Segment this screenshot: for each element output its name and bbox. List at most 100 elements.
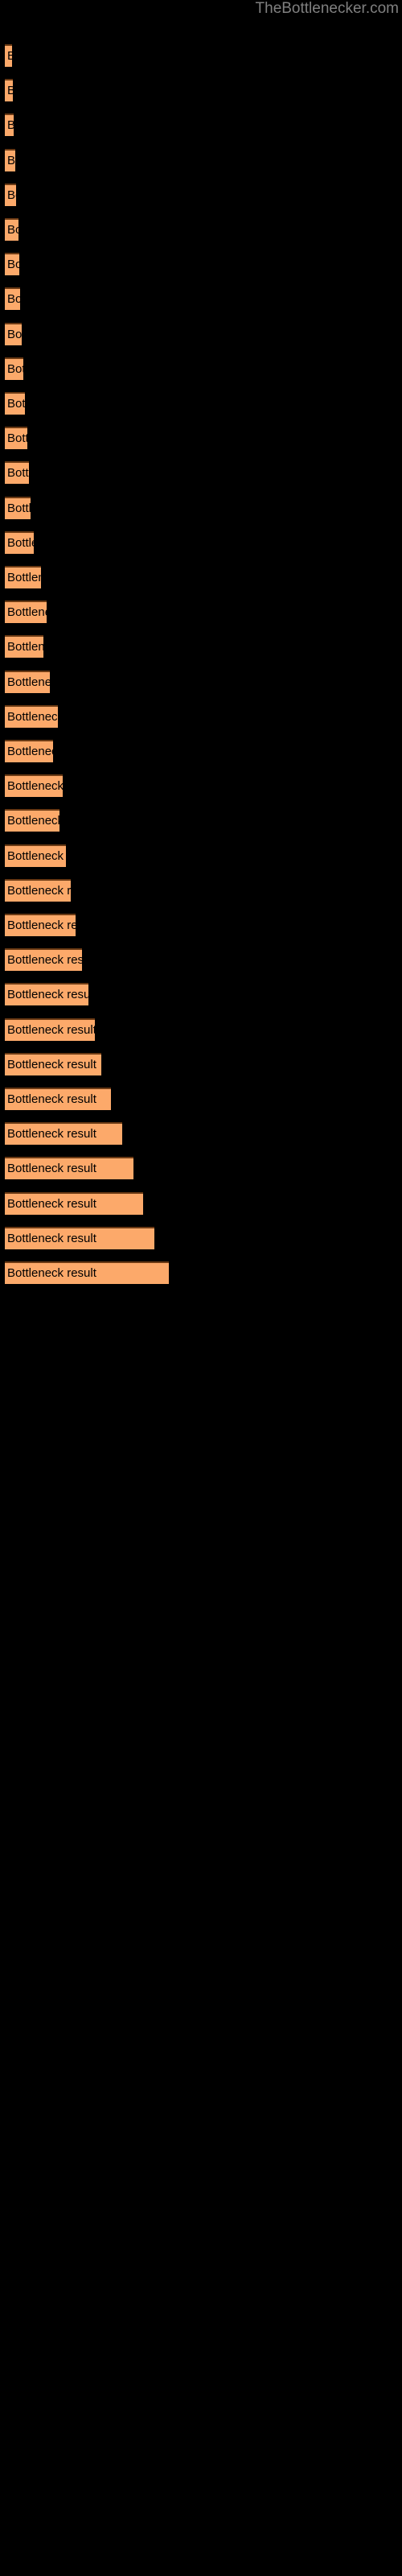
bar-row: Bottleneck result — [0, 704, 402, 728]
bar: Bottleneck result — [5, 1088, 111, 1110]
bar: Bottleneck result — [5, 496, 31, 519]
bar: Bottleneck result — [5, 1052, 101, 1075]
bar-row: Bottleneck result — [0, 496, 402, 519]
bar-label: Bottleneck result — [7, 431, 27, 446]
bar-row: Bottleneck result — [0, 357, 402, 380]
bar-row: Bottleneck result — [0, 844, 402, 867]
bar-label: Bottleneck result — [7, 605, 47, 620]
bar-row: Bottleneck result — [0, 1191, 402, 1215]
bar-label: Bottleneck result — [7, 779, 63, 794]
bar-row: Bottleneck result — [0, 601, 402, 624]
bar: Bottleneck result — [5, 740, 53, 762]
bar-row: Bottleneck result — [0, 740, 402, 762]
bar-label: Bottleneck result — [7, 640, 43, 654]
bar: Bottleneck result — [5, 774, 63, 798]
bar-label: Bottleneck result — [7, 988, 88, 1002]
bar-row: Bottleneck result — [0, 948, 402, 972]
bar: Bottleneck result — [5, 530, 34, 554]
bar-row: Bottleneck result — [0, 1018, 402, 1041]
bar-row: Bottleneck result — [0, 44, 402, 67]
bar-label: Bottleneck result — [7, 188, 16, 202]
bar-row: Bottleneck result — [0, 1052, 402, 1075]
bar-label: Bottleneck result — [7, 119, 14, 132]
bar: Bottleneck result — [5, 809, 59, 832]
bar-label: Bottleneck result — [7, 1231, 96, 1245]
bar-label: Bottleneck result — [7, 1127, 96, 1141]
bar-row: Bottleneck result — [0, 809, 402, 832]
bar-label: Bottleneck result — [7, 153, 15, 167]
bar: Bottleneck result — [5, 566, 41, 588]
bar-label: Bottleneck result — [7, 397, 25, 411]
bar-label: Bottleneck result — [7, 1057, 96, 1071]
bar-row: Bottleneck result — [0, 183, 402, 206]
bar: Bottleneck result — [5, 148, 15, 171]
bar-series: Bottleneck result Bottleneck result Bottle… — [0, 0, 402, 2576]
bar: Bottleneck result — [5, 1122, 122, 1146]
bar-row: Bottleneck result — [0, 461, 402, 485]
bar-row: Bottleneck result — [0, 253, 402, 276]
bar-row: Bottleneck result — [0, 914, 402, 936]
bar: Bottleneck result — [5, 1018, 95, 1041]
bar-label: Bottleneck result — [7, 1196, 96, 1211]
bar-label: Bottleneck result — [7, 953, 82, 968]
bar-label: Bottleneck result — [7, 50, 12, 63]
bar-row: Bottleneck result — [0, 530, 402, 554]
bar-label: Bottleneck result — [7, 1162, 96, 1176]
bar: Bottleneck result — [5, 704, 58, 728]
bar-label: Bottleneck result — [7, 1266, 96, 1280]
bar-row: Bottleneck result — [0, 392, 402, 415]
bar-row: Bottleneck result — [0, 1122, 402, 1146]
bar: Bottleneck result — [5, 1226, 154, 1249]
bar: Bottleneck result — [5, 183, 16, 206]
bar-row: Bottleneck result — [0, 322, 402, 345]
bar-row: Bottleneck result — [0, 114, 402, 137]
bar: Bottleneck result — [5, 948, 82, 972]
bar-label: Bottleneck result — [7, 361, 23, 376]
bar: Bottleneck result — [5, 322, 22, 345]
bar-row: Bottleneck result — [0, 878, 402, 902]
bar: Bottleneck result — [5, 218, 18, 241]
bar-label: Bottleneck result — [7, 1022, 95, 1037]
bar: Bottleneck result — [5, 392, 25, 415]
bar-label: Bottleneck result — [7, 745, 53, 758]
bar: Bottleneck result — [5, 878, 71, 902]
bar: Bottleneck result — [5, 287, 20, 311]
bar-row: Bottleneck result — [0, 79, 402, 102]
bar: Bottleneck result — [5, 670, 50, 693]
bar: Bottleneck result — [5, 461, 29, 485]
bar-label: Bottleneck result — [7, 571, 41, 584]
bar: Bottleneck result — [5, 427, 27, 450]
bar-label: Bottleneck result — [7, 814, 59, 828]
bar-label: Bottleneck result — [7, 883, 71, 898]
bar: Bottleneck result — [5, 114, 14, 137]
bar-row: Bottleneck result — [0, 774, 402, 798]
bar-row: Bottleneck result — [0, 635, 402, 658]
bar-label: Bottleneck result — [7, 919, 76, 932]
bar: Bottleneck result — [5, 1157, 133, 1180]
bar-row: Bottleneck result — [0, 670, 402, 693]
bar-row: Bottleneck result — [0, 1226, 402, 1249]
bar-row: Bottleneck result — [0, 427, 402, 450]
bar-label: Bottleneck result — [7, 501, 31, 515]
bar-label: Bottleneck result — [7, 848, 66, 863]
bar-row: Bottleneck result — [0, 983, 402, 1006]
bar-row: Bottleneck result — [0, 1261, 402, 1284]
bar-label: Bottleneck result — [7, 535, 34, 550]
bar-label: Bottleneck result — [7, 85, 13, 97]
bar: Bottleneck result — [5, 357, 23, 380]
bar: Bottleneck result — [5, 983, 88, 1006]
bar-label: Bottleneck result — [7, 466, 29, 481]
bar: Bottleneck result — [5, 844, 66, 867]
bar: Bottleneck result — [5, 914, 76, 936]
bar-label: Bottleneck result — [7, 675, 50, 689]
bar-label: Bottleneck result — [7, 223, 18, 237]
bar-label: Bottleneck result — [7, 709, 58, 724]
bar-label: Bottleneck result — [7, 258, 19, 272]
bar: Bottleneck result — [5, 44, 12, 67]
bar-label: Bottleneck result — [7, 1092, 96, 1106]
bar-row: Bottleneck result — [0, 148, 402, 171]
bar-row: Bottleneck result — [0, 287, 402, 311]
bar: Bottleneck result — [5, 1261, 169, 1284]
bar-label: Bottleneck result — [7, 327, 22, 341]
bar: Bottleneck result — [5, 253, 19, 276]
